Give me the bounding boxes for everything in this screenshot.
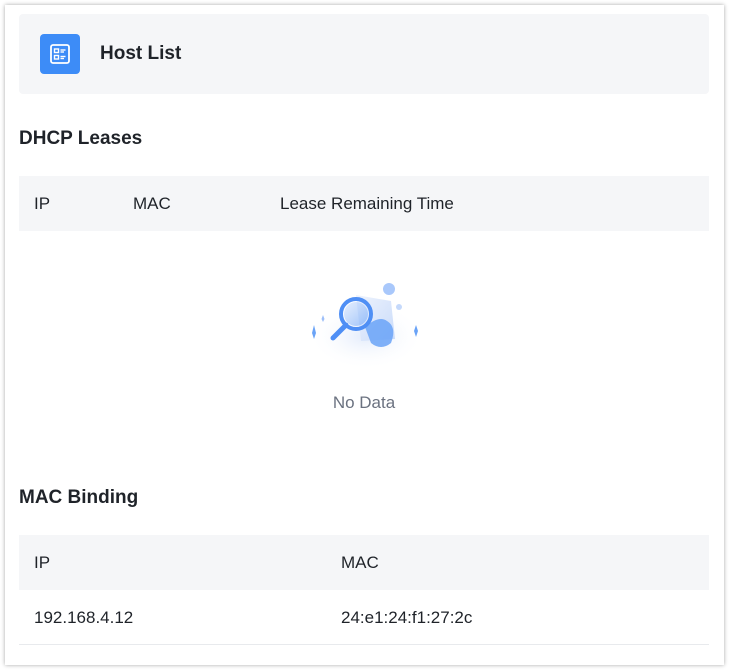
- no-data-illustration-icon: [308, 283, 424, 370]
- mac-binding-table: IP MAC 192.168.4.12 24:e1:24:f1:27:2c: [19, 535, 709, 645]
- column-header-ip: IP: [34, 553, 51, 572]
- panel-header: Host List: [19, 14, 709, 94]
- column-header-mac: MAC: [341, 553, 379, 572]
- dhcp-empty-state: No Data: [19, 231, 709, 451]
- page-title: Host List: [100, 43, 182, 64]
- dhcp-leases-table: IP MAC Lease Remaining Time: [19, 176, 709, 231]
- no-data-text: No Data: [332, 393, 396, 412]
- host-list-panel: Host List DHCP Leases IP MAC Lease Remai…: [5, 5, 724, 665]
- column-header-ip: IP: [34, 194, 51, 213]
- mac-binding-title: MAC Binding: [19, 487, 139, 508]
- dhcp-table-header: IP MAC Lease Remaining Time: [19, 176, 709, 231]
- table-row: 192.168.4.12 24:e1:24:f1:27:2c: [19, 590, 709, 645]
- binding-table-header: IP MAC: [19, 535, 709, 590]
- host-list-icon: [40, 34, 80, 74]
- column-header-mac: MAC: [133, 194, 171, 213]
- column-header-lease-remaining-time: Lease Remaining Time: [280, 194, 454, 213]
- row-mac-cell: 24:e1:24:f1:27:2c: [341, 608, 473, 627]
- row-ip-cell: 192.168.4.12: [34, 608, 134, 627]
- dhcp-leases-title: DHCP Leases: [19, 128, 143, 149]
